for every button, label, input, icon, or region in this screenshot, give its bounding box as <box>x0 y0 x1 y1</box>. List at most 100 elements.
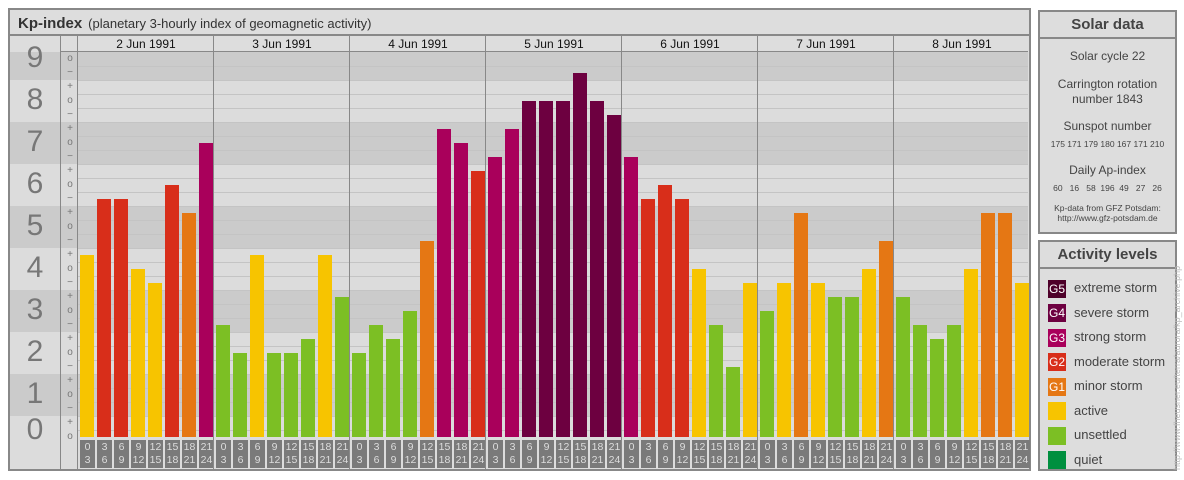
kp-bar[interactable] <box>233 353 247 437</box>
kp-bar[interactable] <box>80 255 94 437</box>
kp-bar[interactable] <box>505 129 519 437</box>
chart-subtitle: (planetary 3-hourly index of geomagnetic… <box>88 16 372 31</box>
hour-label: 15 18 <box>301 440 316 468</box>
kp-bar[interactable] <box>182 213 196 437</box>
solar-cycle: Solar cycle 22 <box>1069 49 1146 63</box>
hour-label: 12 15 <box>556 440 571 468</box>
kp-bar[interactable] <box>590 101 604 437</box>
kp-bar[interactable] <box>437 129 451 437</box>
kp-bar[interactable] <box>624 156 638 437</box>
kp-bar[interactable] <box>284 353 298 437</box>
hour-label: 12 15 <box>420 440 435 468</box>
kp-bar[interactable] <box>845 297 859 437</box>
solar-data-title: Solar data <box>1040 12 1175 39</box>
axis-separator <box>60 36 61 470</box>
kp-bar[interactable] <box>879 240 893 437</box>
kp-bar[interactable] <box>403 311 417 437</box>
hour-label: 21 24 <box>335 440 350 468</box>
kp-bar[interactable] <box>607 114 621 437</box>
legend-swatch: G2 <box>1048 353 1066 372</box>
kp-bar[interactable] <box>267 353 281 437</box>
kp-sub-mark: − <box>67 235 73 246</box>
kp-bar[interactable] <box>760 311 774 437</box>
kp-bar[interactable] <box>250 255 264 437</box>
kp-bar[interactable] <box>454 143 468 437</box>
kp-sub-mark: − <box>67 361 73 372</box>
hour-label: 36 <box>777 440 792 468</box>
sunspot-label: Sunspot number <box>1063 119 1152 133</box>
kp-bar[interactable] <box>335 297 349 437</box>
kp-bar[interactable] <box>216 324 230 437</box>
kp-bar[interactable] <box>675 198 689 437</box>
kp-bar[interactable] <box>726 366 740 437</box>
kp-bar[interactable] <box>148 282 162 437</box>
kp-bar[interactable] <box>658 185 672 437</box>
kp-bar[interactable] <box>539 101 553 437</box>
kp-bar[interactable] <box>522 101 536 437</box>
kp-bar[interactable] <box>692 269 706 437</box>
kp-sub-mark: o <box>67 179 73 190</box>
kp-bar[interactable] <box>641 198 655 437</box>
y-tick-label: 9 <box>26 41 44 74</box>
day-label: 3 Jun 1991 <box>252 37 312 51</box>
kp-sub-mark: o <box>67 221 73 232</box>
kp-bar[interactable] <box>199 143 213 437</box>
kp-bar[interactable] <box>471 171 485 437</box>
kp-bar[interactable] <box>420 240 434 437</box>
y-tick-label: 6 <box>26 167 44 200</box>
y-tick-label: 1 <box>26 377 44 410</box>
kp-bar[interactable] <box>114 198 128 437</box>
kp-bar[interactable] <box>947 324 961 437</box>
axis-separator <box>77 36 78 470</box>
kp-bar[interactable] <box>573 72 587 437</box>
hour-label: 9 12 <box>539 440 554 468</box>
hour-label: 03 <box>216 440 231 468</box>
hour-label: 69 <box>930 440 945 468</box>
kp-band-7 <box>10 122 1028 164</box>
legend-swatch: G4 <box>1048 304 1066 323</box>
hour-label: 18 21 <box>318 440 333 468</box>
source-link[interactable]: http://www.gfz-potsdam.de <box>1040 213 1175 223</box>
kp-bar[interactable] <box>556 101 570 437</box>
hour-label: 21 24 <box>471 440 486 468</box>
kp-bar[interactable] <box>165 185 179 437</box>
kp-bar[interactable] <box>369 324 383 437</box>
legend-swatch <box>1048 402 1066 421</box>
kp-bar[interactable] <box>131 269 145 437</box>
legend-title: Activity levels <box>1040 242 1175 269</box>
gridline <box>78 234 1028 235</box>
kp-bar[interactable] <box>862 269 876 437</box>
kp-bar[interactable] <box>828 297 842 437</box>
kp-bar[interactable] <box>998 213 1012 437</box>
kp-bar[interactable] <box>1015 282 1029 437</box>
day-separator <box>485 36 486 470</box>
kp-bar[interactable] <box>97 198 111 437</box>
kp-bar[interactable] <box>352 353 366 437</box>
kp-bar[interactable] <box>318 255 332 437</box>
kp-bar[interactable] <box>811 282 825 437</box>
hour-label: 18 21 <box>590 440 605 468</box>
kp-bar[interactable] <box>913 324 927 437</box>
kp-bar[interactable] <box>964 269 978 437</box>
activity-legend: Activity levels G5 extreme storm G4 severe … <box>1038 240 1177 471</box>
legend-item-unsettled: unsettled <box>1048 425 1127 447</box>
kp-bar[interactable] <box>896 297 910 437</box>
kp-sub-mark: − <box>67 67 73 78</box>
kp-bar[interactable] <box>794 213 808 437</box>
kp-bar[interactable] <box>981 213 995 437</box>
kp-bar[interactable] <box>488 156 502 437</box>
carrington-rotation: Carrington rotation number 1843 <box>1057 77 1158 106</box>
hour-label: 9 12 <box>131 440 146 468</box>
kp-bar[interactable] <box>386 339 400 437</box>
day-label: 4 Jun 1991 <box>388 37 448 51</box>
kp-bar[interactable] <box>301 339 315 437</box>
kp-bar[interactable] <box>930 339 944 437</box>
kp-bar[interactable] <box>743 282 757 437</box>
kp-bar[interactable] <box>777 282 791 437</box>
legend-swatch: G5 <box>1048 279 1066 298</box>
y-tick-label: 7 <box>26 125 44 158</box>
kp-bar[interactable] <box>709 324 723 437</box>
kp-sub-mark: o <box>67 305 73 316</box>
hour-label: 36 <box>913 440 928 468</box>
y-tick-label: 0 <box>26 413 44 446</box>
